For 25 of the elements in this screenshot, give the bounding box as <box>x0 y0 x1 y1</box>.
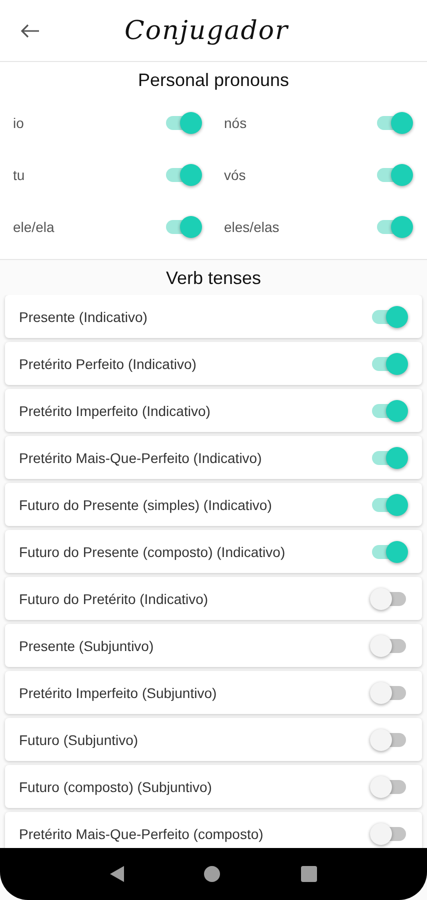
tense-label: Futuro do Presente (composto) (Indicativo) <box>19 544 286 560</box>
pronoun-label: ele/ela <box>13 219 54 235</box>
section-title: Personal pronouns <box>136 69 290 92</box>
tense-label: Futuro (Subjuntivo) <box>19 732 138 748</box>
back-nav-icon[interactable] <box>110 866 124 882</box>
tense-label: Pretérito Mais-Que-Perfeito (Indicativo) <box>19 450 262 466</box>
tense-label: Pretérito Imperfeito (Subjuntivo) <box>19 684 217 700</box>
app-title: Conjugador <box>124 16 290 46</box>
tense-label: Presente (Subjuntivo) <box>19 638 154 654</box>
pronoun-label: vós <box>224 167 246 183</box>
home-nav-icon[interactable] <box>204 866 220 882</box>
tense-label: Futuro do Presente (simples) (Indicativo) <box>19 496 272 512</box>
pronoun-label: tu <box>13 167 25 183</box>
tense-label: Pretérito Imperfeito (Indicativo) <box>19 402 210 418</box>
tense-label: Futuro do Pretérito (Indicativo) <box>19 590 208 606</box>
tense-label: Pretérito Mais-Que-Perfeito (composto) <box>19 826 264 842</box>
pronoun-label: eles/elas <box>224 219 280 235</box>
pronoun-label: io <box>13 115 24 131</box>
tense-label: Presente (Indicativo) <box>19 308 148 324</box>
tense-label: Futuro (composto) (Subjuntivo) <box>19 778 212 794</box>
recents-nav-icon[interactable] <box>300 866 317 882</box>
back-arrow-icon <box>20 22 40 38</box>
pronoun-label: nós <box>224 115 247 131</box>
section-title: Verb tenses <box>164 267 262 290</box>
tense-label: Pretérito Perfeito (Indicativo) <box>19 356 196 372</box>
